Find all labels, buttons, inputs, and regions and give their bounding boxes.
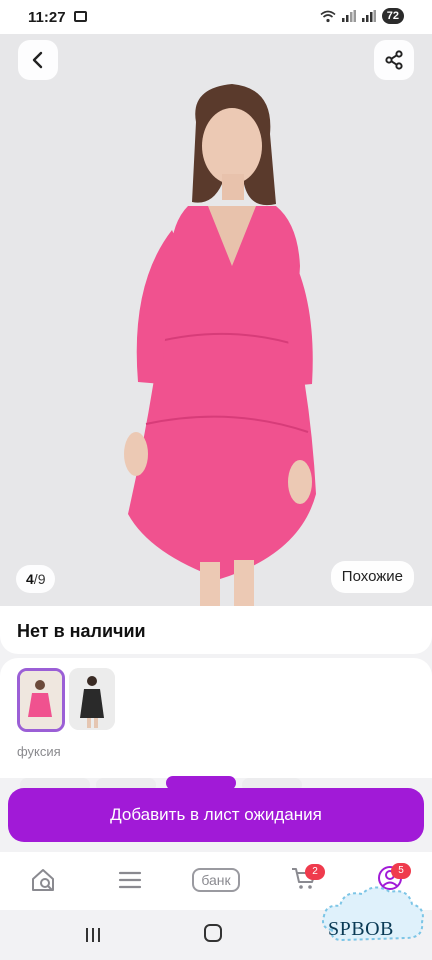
cart-icon-wrap: 2 xyxy=(291,863,325,895)
selected-color-label: фуксия xyxy=(17,744,61,759)
share-icon xyxy=(385,50,403,70)
catalog-icon xyxy=(118,871,142,889)
home-nav-button[interactable] xyxy=(204,924,222,942)
photo-counter: 4/9 xyxy=(16,565,56,593)
add-to-waitlist-button[interactable]: Добавить в лист ожидания xyxy=(8,788,424,842)
back-button[interactable] xyxy=(18,40,58,80)
status-time: 11:27 xyxy=(28,9,66,26)
status-bar: 11:27 72 xyxy=(0,0,432,34)
variants-card: фуксия xyxy=(0,658,432,778)
watermark-text: SPBOB xyxy=(328,918,394,940)
cart-badge: 2 xyxy=(305,863,325,880)
share-button[interactable] xyxy=(374,40,414,80)
status-icons: 72 xyxy=(320,8,404,24)
availability-status: Нет в наличии xyxy=(17,621,146,641)
bank-label: банк xyxy=(192,868,240,892)
recents-icon[interactable] xyxy=(84,926,102,944)
similar-button[interactable]: Похожие xyxy=(330,561,414,593)
availability-card: Нет в наличии xyxy=(0,606,432,654)
watermark-cloud xyxy=(322,886,424,942)
size-chips-peek xyxy=(20,776,302,788)
wifi-icon xyxy=(320,10,336,22)
black-dress-thumb xyxy=(69,668,115,730)
battery-indicator: 72 xyxy=(381,8,404,24)
home-search-icon xyxy=(32,869,54,891)
variant-thumb-pink[interactable] xyxy=(17,668,65,732)
tab-catalog[interactable] xyxy=(114,862,146,898)
tab-cart[interactable]: 2 xyxy=(286,862,325,898)
tab-home[interactable] xyxy=(28,862,60,898)
product-photo[interactable] xyxy=(0,34,432,606)
product-gallery[interactable]: 4/9 Похожие xyxy=(0,34,432,606)
signal-icon xyxy=(361,10,376,22)
counter-total: 9 xyxy=(37,571,46,587)
tab-bank[interactable]: банк xyxy=(188,862,244,898)
chevron-left-icon xyxy=(32,51,43,69)
signal-icon xyxy=(341,10,356,22)
variant-thumb-black[interactable] xyxy=(69,668,115,730)
pink-dress-thumb xyxy=(20,671,62,729)
screen-record-icon xyxy=(74,11,87,22)
counter-current: 4 xyxy=(26,571,34,587)
profile-badge: 5 xyxy=(391,862,411,879)
